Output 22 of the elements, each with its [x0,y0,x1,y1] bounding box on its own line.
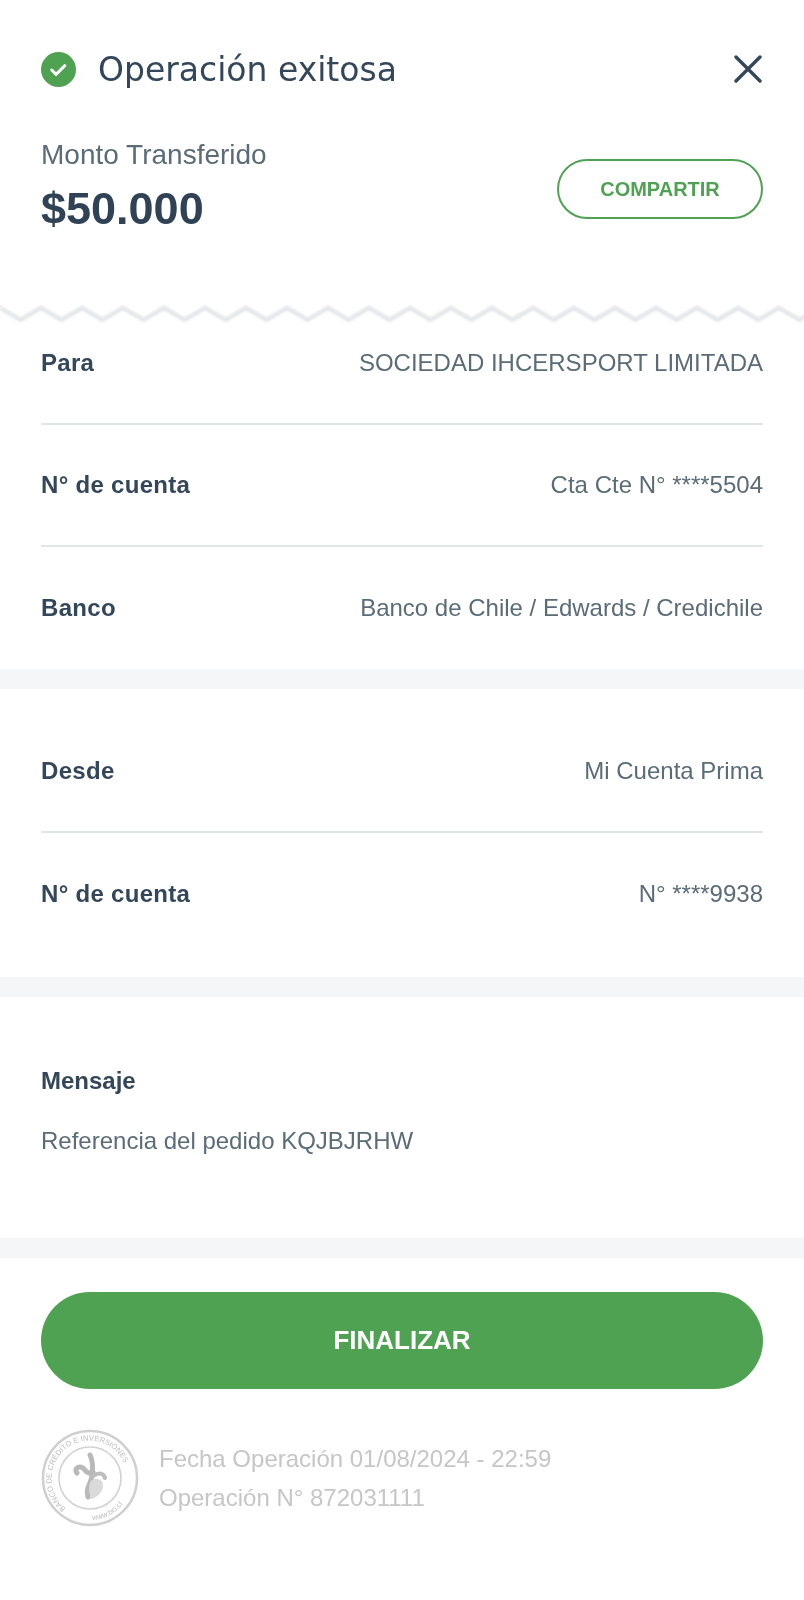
detail-value: Banco de Chile / Edwards / Credichile [360,594,763,622]
detail-label: Para [41,349,95,377]
dialog-title: Operación exitosa [98,49,398,89]
detail-label: Banco [41,594,116,622]
detail-label: Desde [41,757,115,785]
detail-value: Mi Cuenta Prima [584,757,763,785]
share-button[interactable]: COMPARTIR [557,159,763,219]
operation-number: Operación N° 872031111 [159,1482,426,1513]
amount-value: $50.000 [41,184,205,234]
detail-value: Cta Cte N° ****5504 [550,471,763,499]
success-check-icon [41,51,76,87]
amount-label: Monto Transferido [41,138,267,172]
message-label: Mensaje [41,1066,136,1096]
operation-date: Fecha Operación 01/08/2024 - 22:59 [159,1443,552,1474]
message-text: Referencia del pedido KQJBJRHW [41,1126,414,1156]
close-icon [734,55,762,83]
detail-label: N° de cuenta [41,471,191,499]
detail-value: SOCIEDAD IHCERSPORT LIMITADA [358,349,763,377]
finish-button[interactable]: FINALIZAR [41,1292,763,1389]
detail-label: N° de cuenta [41,880,191,908]
close-button[interactable] [733,54,763,84]
detail-value: N° ****9938 [638,880,763,908]
